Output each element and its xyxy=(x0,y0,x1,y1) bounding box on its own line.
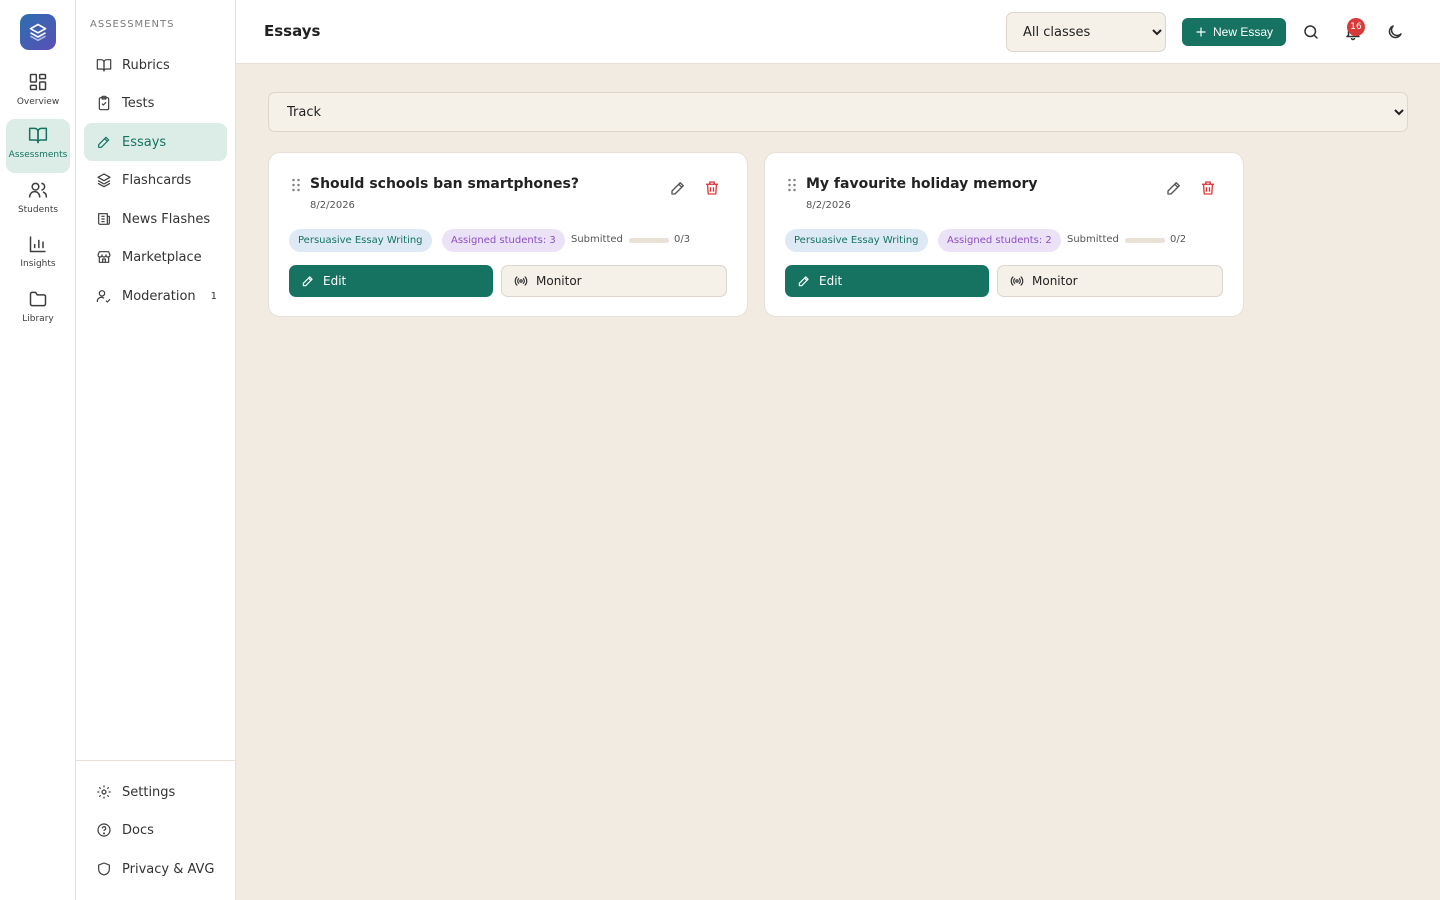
rail-students-label: Students xyxy=(17,205,59,215)
submitted-progress-bar xyxy=(629,238,669,243)
user-check-icon xyxy=(96,290,111,303)
sidebar-item-label: Flashcards xyxy=(122,172,192,188)
edit-pencil-icon[interactable] xyxy=(1165,179,1183,197)
pencil-icon xyxy=(302,276,313,287)
essay-card: Should schools ban smartphones? 8/2/2026… xyxy=(268,152,748,317)
folder-icon xyxy=(29,291,47,307)
sidebar-item-label: Rubrics xyxy=(122,57,170,73)
sidebar-heading: ASSESSMENTS xyxy=(90,19,175,30)
sidebar-item-label: Docs xyxy=(122,822,154,838)
store-icon xyxy=(97,251,111,263)
newspaper-icon xyxy=(98,213,110,225)
users-icon xyxy=(28,182,48,198)
pencil-icon xyxy=(798,276,809,287)
help-circle-icon xyxy=(97,823,111,837)
notification-count-badge: 16 xyxy=(1347,18,1365,36)
monitor-button-label: Monitor xyxy=(1032,274,1078,288)
sidebar-item-label: Settings xyxy=(122,784,176,800)
essay-date: 8/2/2026 xyxy=(806,200,851,211)
layers-icon xyxy=(97,173,111,188)
monitor-button[interactable]: Monitor xyxy=(997,265,1223,297)
submitted-count: 0/2 xyxy=(1170,234,1187,245)
gear-icon xyxy=(97,785,111,799)
moderation-count-badge: 1 xyxy=(210,290,217,302)
rail-assessments-label: Assessments xyxy=(8,150,68,160)
pencil-icon xyxy=(98,136,110,148)
sidebar-item-privacy[interactable]: Privacy & AVG xyxy=(84,850,227,888)
monitor-button-label: Monitor xyxy=(536,274,582,288)
page-title: Essays xyxy=(264,22,321,40)
topic-chip: Persuasive Essay Writing xyxy=(785,229,928,252)
theme-toggle-button[interactable] xyxy=(1383,20,1407,44)
essay-title: My favourite holiday memory xyxy=(806,176,1038,192)
grid-icon xyxy=(29,73,47,91)
rail-insights-label: Insights xyxy=(20,259,56,269)
rail-overview-label: Overview xyxy=(16,97,60,107)
class-filter-select[interactable]: All classes xyxy=(1006,12,1166,52)
sidebar-item-label: Moderation xyxy=(122,288,196,304)
essay-date: 8/2/2026 xyxy=(310,200,355,211)
sidebar-item-essays[interactable]: Essays xyxy=(84,123,227,161)
sidebar-item-moderation[interactable]: Moderation 1 xyxy=(84,277,227,315)
submitted-progress-bar xyxy=(1125,238,1165,243)
broadcast-icon xyxy=(514,276,528,286)
book-icon xyxy=(96,59,112,72)
submitted-label: Submitted xyxy=(571,234,623,245)
edit-button-label: Edit xyxy=(323,274,347,288)
sidebar-item-label: News Flashes xyxy=(122,211,211,227)
sidebar-item-settings[interactable]: Settings xyxy=(84,773,227,811)
search-button[interactable] xyxy=(1299,20,1323,44)
clipboard-check-icon xyxy=(98,95,110,111)
book-open-icon xyxy=(28,127,48,144)
assigned-students-chip: Assigned students: 3 xyxy=(442,229,565,252)
track-filter-select[interactable]: Track xyxy=(268,92,1408,132)
rail-library-label: Library xyxy=(22,314,54,324)
sidebar-item-marketplace[interactable]: Marketplace xyxy=(84,238,227,276)
icon-rail: Overview Assessments Students Insights L… xyxy=(0,0,76,900)
broadcast-icon xyxy=(1010,276,1024,286)
monitor-button[interactable]: Monitor xyxy=(501,265,727,297)
submitted-label: Submitted xyxy=(1067,234,1119,245)
sidebar-divider xyxy=(76,760,235,761)
trash-icon[interactable] xyxy=(703,179,721,197)
edit-button-label: Edit xyxy=(819,274,843,288)
essay-card: My favourite holiday memory 8/2/2026 Per… xyxy=(764,152,1244,317)
rail-insights[interactable]: Insights xyxy=(6,228,70,282)
stack-logo-icon xyxy=(29,23,47,42)
top-bar: Essays All classes New Essay 16 xyxy=(236,0,1440,64)
rail-library[interactable]: Library xyxy=(6,283,70,337)
sidebar-item-docs[interactable]: Docs xyxy=(84,811,227,849)
shield-icon xyxy=(98,862,110,876)
plus-icon xyxy=(1195,26,1207,38)
sidebar-item-news-flashes[interactable]: News Flashes xyxy=(84,200,227,238)
sidebar-item-label: Essays xyxy=(122,134,167,150)
search-icon xyxy=(1304,25,1318,39)
app-logo[interactable] xyxy=(20,14,56,50)
drag-handle-icon[interactable] xyxy=(291,178,301,192)
drag-handle-icon[interactable] xyxy=(787,178,797,192)
sidebar-item-rubrics[interactable]: Rubrics xyxy=(84,46,227,84)
trash-icon[interactable] xyxy=(1199,179,1217,197)
sidebar-item-label: Tests xyxy=(122,95,155,111)
new-essay-button[interactable]: New Essay xyxy=(1182,18,1286,46)
moon-icon xyxy=(1388,25,1402,39)
sidebar-item-label: Marketplace xyxy=(122,249,202,265)
bar-chart-icon xyxy=(29,236,46,253)
topic-chip: Persuasive Essay Writing xyxy=(289,229,432,252)
edit-button[interactable]: Edit xyxy=(785,265,989,297)
edit-pencil-icon[interactable] xyxy=(669,179,687,197)
essay-title: Should schools ban smartphones? xyxy=(310,176,579,192)
new-essay-label: New Essay xyxy=(1212,25,1274,39)
sidebar-item-tests[interactable]: Tests xyxy=(84,84,227,122)
edit-button[interactable]: Edit xyxy=(289,265,493,297)
rail-overview[interactable]: Overview xyxy=(6,66,70,120)
sidebar-item-flashcards[interactable]: Flashcards xyxy=(84,161,227,199)
rail-assessments[interactable]: Assessments xyxy=(6,119,70,173)
rail-students[interactable]: Students xyxy=(6,174,70,228)
submitted-count: 0/3 xyxy=(674,234,691,245)
assigned-students-chip: Assigned students: 2 xyxy=(938,229,1061,252)
sidebar-item-label: Privacy & AVG xyxy=(122,861,215,877)
section-sidebar: ASSESSMENTS Rubrics Tests Essays Flashca… xyxy=(76,0,236,900)
